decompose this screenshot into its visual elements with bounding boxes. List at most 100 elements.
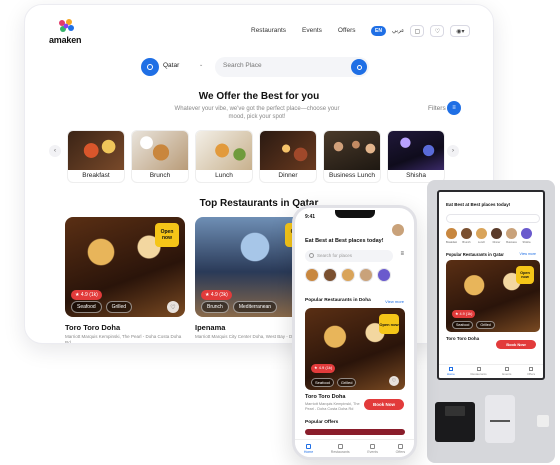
- phone-search-input[interactable]: Search for places: [305, 250, 393, 262]
- cuisine-tag: Grilled: [336, 378, 357, 387]
- cuisine-tag: Mediterranean: [232, 301, 278, 313]
- phone-tab-events[interactable]: Events: [367, 443, 378, 454]
- open-now-badge: Open now: [155, 223, 179, 247]
- phone-restaurant-name[interactable]: Toro Toro Doha: [305, 394, 345, 400]
- kiosk-category-icon[interactable]: [521, 228, 532, 239]
- category-card-brunch[interactable]: Brunch: [131, 130, 189, 183]
- phone-category-icon[interactable]: [323, 268, 337, 282]
- category-card-business-lunch[interactable]: Business Lunch: [323, 130, 381, 183]
- category-image: [388, 131, 444, 170]
- kiosk-restaurant-name[interactable]: Toro Toro Doha: [446, 336, 479, 341]
- kiosk-view-all-link[interactable]: View more: [520, 252, 536, 256]
- nav-links: Restaurants Events Offers: [251, 27, 356, 34]
- chevron-left-icon[interactable]: ‹: [49, 145, 61, 157]
- offers-banner[interactable]: [305, 429, 405, 435]
- category-label: Brunch: [149, 172, 171, 179]
- filter-icon[interactable]: ≡: [400, 251, 404, 257]
- category-label: Breakfast: [82, 172, 110, 179]
- country-select[interactable]: Qatar: [163, 62, 179, 69]
- kiosk-category-label: Business: [506, 241, 517, 244]
- lang-en-button[interactable]: EN: [371, 26, 386, 36]
- category-image: [132, 131, 188, 170]
- kiosk-tab-bar: Home Restaurants Events Offers: [439, 364, 543, 378]
- filters-label[interactable]: Filters: [428, 105, 446, 112]
- kiosk-category-label: Lunch: [477, 241, 486, 244]
- restaurant-name[interactable]: Ipenama: [195, 323, 225, 332]
- kiosk-tab-offers[interactable]: Offers: [527, 367, 535, 376]
- avatar[interactable]: [392, 224, 404, 236]
- kiosk-tab-events[interactable]: Events: [502, 367, 511, 376]
- category-card-breakfast[interactable]: Breakfast: [67, 130, 125, 183]
- home-icon: [448, 367, 453, 371]
- restaurant-icon: [476, 367, 481, 371]
- search-input[interactable]: [223, 62, 343, 69]
- kiosk-search-input[interactable]: [446, 214, 540, 223]
- phone-view-all-link[interactable]: View more: [385, 299, 404, 304]
- tag-row: Seafood Grilled: [452, 321, 495, 329]
- cuisine-tag: Brunch: [201, 301, 229, 313]
- phone-restaurant-address: Marriott Marquis Kempinski, The Pearl - …: [305, 402, 360, 411]
- category-image: [196, 131, 252, 170]
- phone-category-icon[interactable]: [341, 268, 355, 282]
- category-card-shisha[interactable]: Shisha: [387, 130, 445, 183]
- kiosk-category-icon[interactable]: [506, 228, 517, 239]
- cuisine-tag: Grilled: [476, 321, 495, 329]
- category-image: [260, 131, 316, 170]
- kiosk-device: Eat Best at Best places today! Breakfast…: [427, 180, 555, 463]
- status-time: 9:41: [305, 214, 316, 220]
- cuisine-tag: Grilled: [105, 301, 133, 313]
- kiosk-category-icon[interactable]: [476, 228, 487, 239]
- card-reader-slot: [445, 406, 465, 416]
- kiosk-category-icon[interactable]: [446, 228, 457, 239]
- phone-tab-home[interactable]: Home: [304, 443, 313, 454]
- phone-category-row: [305, 268, 391, 282]
- kiosk-category-label: Brunch: [462, 241, 471, 244]
- restaurant-address: Marriott Marquis Kempinski, The Pearl - …: [65, 334, 182, 344]
- rating-value: 4.9 (3k): [210, 292, 228, 298]
- nav-link-restaurants[interactable]: Restaurants: [251, 27, 286, 34]
- brand-logo[interactable]: amaken: [49, 18, 83, 48]
- filters-button[interactable]: ≡: [447, 101, 461, 115]
- category-card-dinner[interactable]: Dinner: [259, 130, 317, 183]
- kiosk-category-icon[interactable]: [491, 228, 502, 239]
- lang-ar-button[interactable]: عربي: [392, 28, 404, 34]
- kiosk-category-icon[interactable]: [461, 228, 472, 239]
- kiosk-book-now-button[interactable]: Book Now: [496, 340, 536, 349]
- rating-badge: ★ 4.9 (1k): [71, 290, 102, 300]
- chevron-down-icon[interactable]: ⌄: [199, 62, 203, 68]
- nav-link-offers[interactable]: Offers: [338, 27, 356, 34]
- kiosk-category-labels: Breakfast Brunch Lunch Dinner Business S…: [445, 241, 533, 244]
- cuisine-tag: Seafood: [452, 321, 474, 329]
- kiosk-tab-home[interactable]: Home: [447, 367, 455, 376]
- calendar-icon: [370, 443, 376, 449]
- phone-category-icon[interactable]: [377, 268, 391, 282]
- location-pin-icon[interactable]: [141, 58, 159, 76]
- offers-subtitle: Whatever your vibe, we've got the perfec…: [174, 106, 340, 120]
- kiosk-greeting: Eat Best at Best places today!: [446, 202, 511, 207]
- open-now-badge: Open now: [379, 314, 399, 334]
- chevron-right-icon[interactable]: ›: [447, 145, 459, 157]
- category-label: Lunch: [215, 172, 233, 179]
- heart-icon[interactable]: ♡: [430, 25, 445, 37]
- category-card-lunch[interactable]: Lunch: [195, 130, 253, 183]
- phone-tab-offers[interactable]: Offers: [396, 443, 405, 454]
- favorite-heart-icon[interactable]: ♡: [389, 376, 399, 386]
- phone-category-icon[interactable]: [305, 268, 319, 282]
- search-row: Qatar ⌄: [141, 57, 369, 77]
- kiosk-popular-heading: Popular Restaurants in Qatar: [446, 252, 504, 257]
- restaurant-card[interactable]: Open now ★ 4.9 (1k) Seafood Grilled ♡: [65, 217, 185, 317]
- category-image: [68, 131, 124, 170]
- user-menu-icon[interactable]: ◉▾: [450, 25, 471, 37]
- restaurant-name[interactable]: Toro Toro Doha: [65, 323, 120, 332]
- favorite-heart-icon[interactable]: ♡: [167, 301, 179, 313]
- phone-category-icon[interactable]: [359, 268, 373, 282]
- kiosk-tab-restaurants[interactable]: Restaurants: [470, 367, 487, 376]
- phone-restaurant-card[interactable]: Open now ★ 4.9 (1k) Seafood Grilled ♡: [305, 308, 405, 390]
- bag-icon[interactable]: ▢: [410, 25, 425, 37]
- kiosk-restaurant-card[interactable]: Open now ★ 4.9 (1k) Seafood Grilled: [446, 260, 540, 332]
- phone-tab-restaurants[interactable]: Restaurants: [331, 443, 350, 454]
- kiosk-category-row: [446, 228, 532, 239]
- search-button[interactable]: [351, 59, 367, 75]
- phone-book-now-button[interactable]: Book Now: [364, 399, 404, 410]
- nav-link-events[interactable]: Events: [302, 27, 322, 34]
